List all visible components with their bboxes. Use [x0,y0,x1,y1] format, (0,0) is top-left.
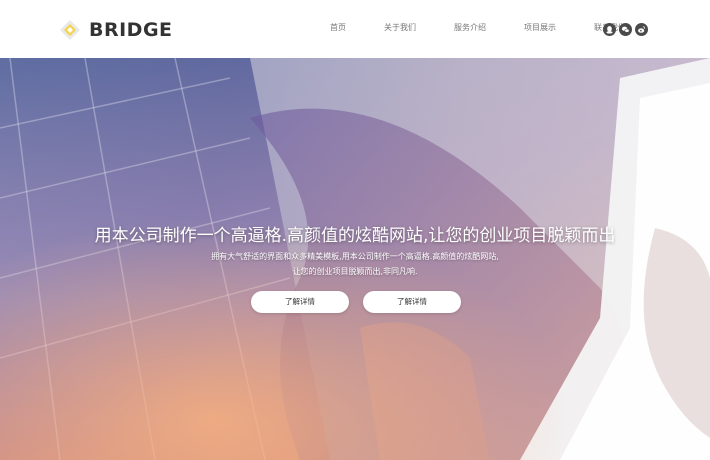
social-links [603,23,651,36]
brand-name: BRIDGE [89,19,173,41]
nav-item-home[interactable]: 首页 [330,22,346,33]
hero-content: 用本公司制作一个高逼格.高颜值的炫酷网站,让您的创业项目脱颖而出 拥有大气舒适的… [0,58,710,460]
learn-more-button-2[interactable]: 了解详情 [363,291,461,313]
hero-subtitle-line1: 拥有大气舒适的界面和众多精美模板,用本公司制作一个高逼格.高颜值的炫酷网站, [211,252,499,261]
learn-more-button-1[interactable]: 了解详情 [251,291,349,313]
nav-item-projects[interactable]: 项目展示 [524,22,556,33]
nav-item-about[interactable]: 关于我们 [384,22,416,33]
nav-item-services[interactable]: 服务介绍 [454,22,486,33]
qq-icon[interactable] [603,23,616,36]
wechat-icon[interactable] [619,23,632,36]
hero-subtitle-line2: 让您的创业项目脱颖而出,非同凡响. [292,267,418,276]
hero-title: 用本公司制作一个高逼格.高颜值的炫酷网站,让您的创业项目脱颖而出 [94,226,616,246]
site-header: BRIDGE 首页 关于我们 服务介绍 项目展示 联系我们 [0,0,710,58]
logo[interactable]: BRIDGE [59,18,173,42]
logo-icon [59,19,81,41]
weibo-icon[interactable] [635,23,648,36]
hero-banner: 用本公司制作一个高逼格.高颜值的炫酷网站,让您的创业项目脱颖而出 拥有大气舒适的… [0,58,710,460]
